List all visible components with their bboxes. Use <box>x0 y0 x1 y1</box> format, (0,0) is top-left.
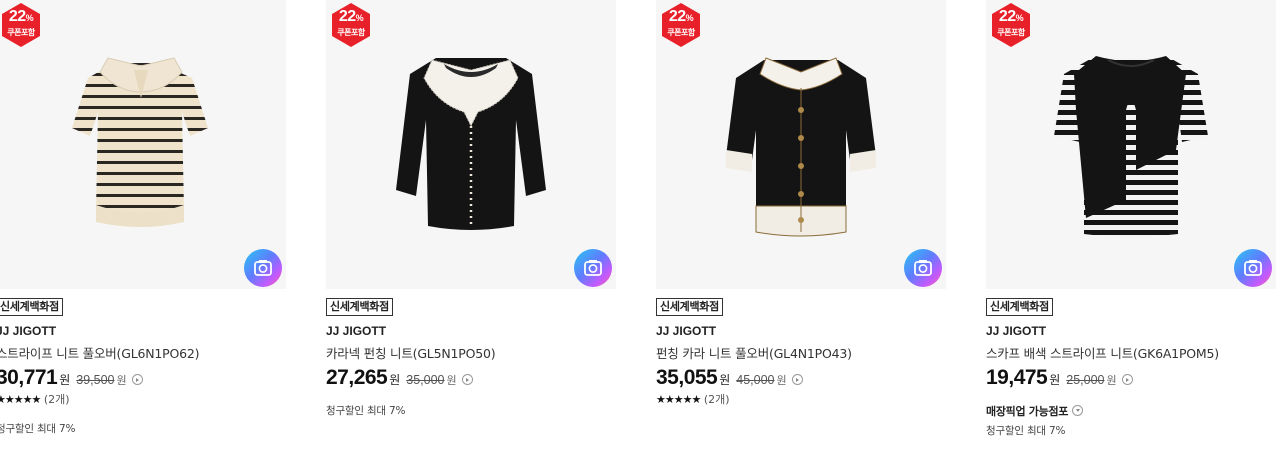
store-tag: 신세계백화점 <box>326 298 393 316</box>
sale-price: 27,265 <box>326 366 388 389</box>
store-tag: 신세계백화점 <box>0 298 63 316</box>
product-card[interactable]: 22% 쿠폰포함 신세계백화점 JJ JIGOTT 카라넥 펀칭 니트(GL5N… <box>326 0 616 453</box>
store-pickup-label: 매장픽업 가능점포 <box>986 405 1069 418</box>
currency: 원 <box>116 374 127 387</box>
original-price: 39,500 <box>76 373 115 387</box>
rating: ★★★★★ (2개) <box>656 391 730 407</box>
card-discount-note: 청구할인 최대 7% <box>326 405 406 417</box>
product-name[interactable]: 카라넥 펀칭 니트(GL5N1PO50) <box>326 343 496 362</box>
brand-name[interactable]: JJ JIGOTT <box>0 324 56 338</box>
discount-label: 쿠폰포함 <box>997 28 1025 37</box>
currency: 원 <box>389 373 401 387</box>
price-info-icon[interactable] <box>461 374 473 385</box>
discount-percent: 22% <box>998 8 1024 25</box>
product-image[interactable]: 22% 쿠폰포함 <box>656 0 946 289</box>
product-image[interactable]: 22% 쿠폰포함 <box>0 0 286 289</box>
discount-percent: 22% <box>338 8 364 25</box>
product-name[interactable]: 스트라이프 니트 풀오버(GL6N1PO62) <box>0 343 199 362</box>
star-icons: ★★★★★ <box>0 393 41 406</box>
sale-price: 19,475 <box>986 366 1048 389</box>
product-name[interactable]: 스카프 배색 스트라이프 니트(GK6A1POM5) <box>986 343 1219 362</box>
discount-badge: 22% 쿠폰포함 <box>988 2 1034 48</box>
currency: 원 <box>1106 374 1117 387</box>
discount-label: 쿠폰포함 <box>7 28 35 37</box>
product-card[interactable]: 22% 쿠폰포함 신세계백화점 JJ JIGOTT 펀칭 카라 니트 풀오버(G… <box>656 0 946 453</box>
currency: 원 <box>59 373 71 387</box>
price-info-icon[interactable] <box>791 374 803 385</box>
original-price: 35,000 <box>406 373 445 387</box>
camera-search-icon[interactable] <box>904 249 942 287</box>
brand-name[interactable]: JJ JIGOTT <box>326 324 386 338</box>
currency: 원 <box>446 374 457 387</box>
price-info-icon[interactable] <box>131 374 143 385</box>
store-pickup[interactable]: 매장픽업 가능점포 <box>986 403 1084 419</box>
camera-search-icon[interactable] <box>574 249 612 287</box>
discount-percent: 22% <box>668 8 694 25</box>
discount-badge: 22% 쿠폰포함 <box>658 2 704 48</box>
price-row: 35,055 원 45,000 원 <box>656 366 803 390</box>
brand-name[interactable]: JJ JIGOTT <box>656 324 716 338</box>
card-discount-note: 청구할인 최대 7% <box>986 425 1066 437</box>
product-card[interactable]: 22% 쿠폰포함 신세계백화점 JJ JIGOTT 스트라이프 니트 풀오버(G… <box>0 0 286 453</box>
product-image[interactable]: 22% 쿠폰포함 <box>986 0 1276 289</box>
sale-price: 35,055 <box>656 366 718 389</box>
currency: 원 <box>776 374 787 387</box>
product-card[interactable]: 22% 쿠폰포함 신세계백화점 JJ JIGOTT 스카프 배색 스트라이프 니… <box>986 0 1276 453</box>
currency: 원 <box>1049 373 1061 387</box>
card-discount-note: 청구할인 최대 7% <box>0 423 76 435</box>
original-price: 25,000 <box>1066 373 1105 387</box>
rating: ★★★★★ (2개) <box>0 391 70 407</box>
sale-price: 30,771 <box>0 366 58 389</box>
original-price: 45,000 <box>736 373 775 387</box>
price-row: 27,265 원 35,000 원 <box>326 366 473 390</box>
review-count: (2개) <box>703 393 730 406</box>
currency: 원 <box>719 373 731 387</box>
discount-badge: 22% 쿠폰포함 <box>0 2 44 48</box>
product-name[interactable]: 펀칭 카라 니트 풀오버(GL4N1PO43) <box>656 343 852 362</box>
price-info-icon[interactable] <box>1121 374 1133 385</box>
discount-label: 쿠폰포함 <box>667 28 695 37</box>
brand-name[interactable]: JJ JIGOTT <box>986 324 1046 338</box>
camera-search-icon[interactable] <box>1234 249 1272 287</box>
discount-badge: 22% 쿠폰포함 <box>328 2 374 48</box>
camera-search-icon[interactable] <box>244 249 282 287</box>
chevron-down-icon[interactable] <box>1072 405 1084 416</box>
store-tag: 신세계백화점 <box>986 298 1053 316</box>
store-tag: 신세계백화점 <box>656 298 723 316</box>
product-image[interactable]: 22% 쿠폰포함 <box>326 0 616 289</box>
price-row: 30,771 원 39,500 원 <box>0 366 143 390</box>
price-row: 19,475 원 25,000 원 <box>986 366 1133 390</box>
discount-label: 쿠폰포함 <box>337 28 365 37</box>
review-count: (2개) <box>43 393 70 406</box>
discount-percent: 22% <box>8 8 34 25</box>
star-icons: ★★★★★ <box>656 393 701 406</box>
